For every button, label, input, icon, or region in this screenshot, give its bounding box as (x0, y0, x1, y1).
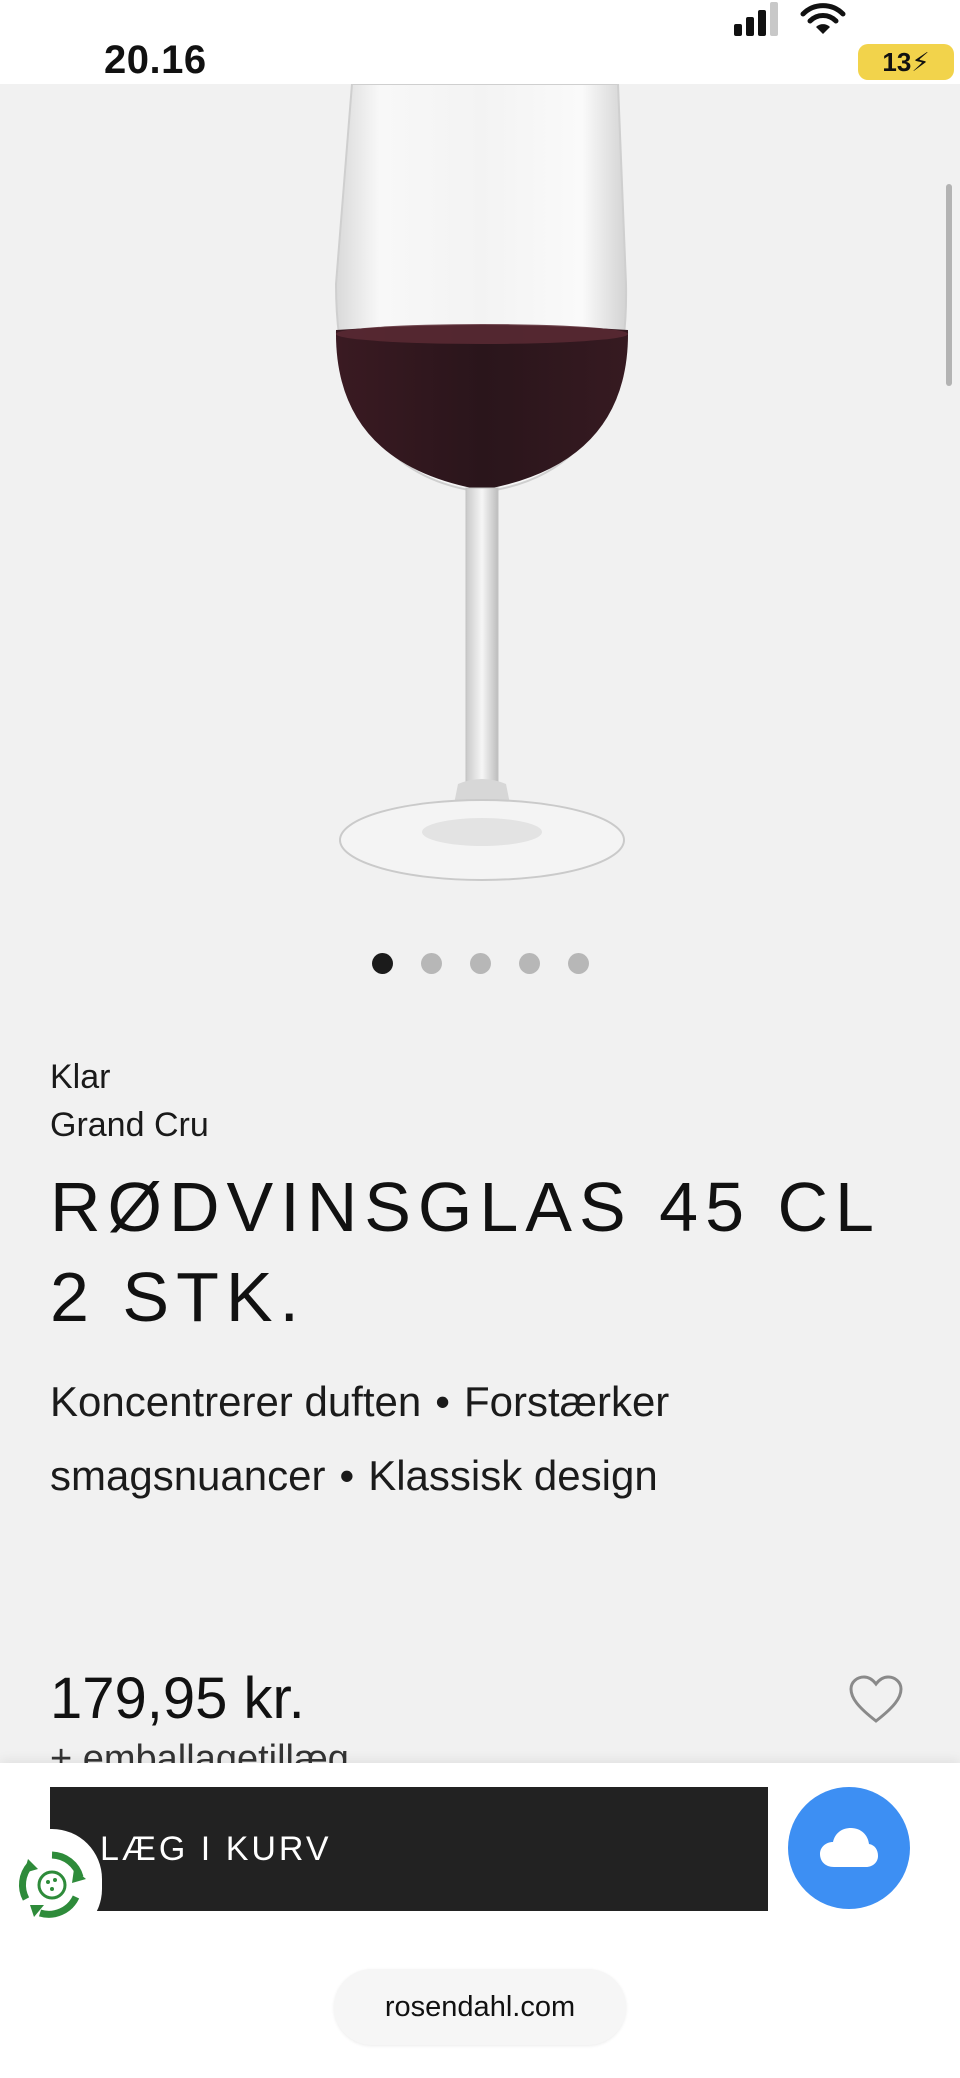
browser-url-bar[interactable]: rosendahl.com (334, 1969, 626, 2045)
product-image-wine-glass[interactable] (0, 84, 960, 914)
feature-bullet: • (435, 1378, 450, 1425)
feature-bullet: • (339, 1452, 355, 1499)
product-title: RØDVINSGLAS 45 CL 2 STK. (50, 1162, 930, 1342)
product-series: Grand Cru (50, 1106, 209, 1144)
heart-icon[interactable] (848, 1674, 904, 1724)
carousel-dot-4[interactable] (518, 953, 540, 974)
packaging-fee-note: + emballagetillæg (50, 1738, 349, 1764)
page-scrollbar[interactable] (946, 184, 952, 386)
status-time: 20.16 (104, 38, 207, 82)
carousel-dot-5[interactable] (567, 953, 589, 974)
product-title-line2: 2 STK. (50, 1258, 306, 1336)
signal-icon (734, 2, 778, 36)
feature-item: Klassisk design (368, 1452, 658, 1499)
recycle-icon (18, 1851, 86, 1918)
product-title-line1: RØDVINSGLAS 45 CL (50, 1168, 881, 1246)
battery-icon: 13⚡ (858, 44, 954, 80)
charging-bolt-icon: ⚡ (911, 47, 930, 77)
product-price: 179,95 kr. (50, 1666, 305, 1731)
recycle-badge[interactable] (0, 1829, 102, 1939)
feature-item: Koncentrerer duften (50, 1378, 422, 1425)
product-color: Klar (50, 1058, 111, 1096)
carousel-dot-1[interactable] (371, 953, 393, 974)
carousel-dot-3[interactable] (469, 953, 491, 974)
add-to-cart-button[interactable]: LÆG I KURV (50, 1787, 768, 1911)
cloud-button[interactable] (788, 1787, 910, 1909)
image-carousel-dots (0, 953, 960, 977)
status-bar: 20.16 13⚡ (0, 0, 960, 84)
carousel-dot-2[interactable] (420, 953, 442, 974)
product-features: Koncentrerer duften • Forstærker smagsnuan… (50, 1365, 910, 1513)
wifi-icon (800, 3, 846, 34)
cloud-icon (820, 1828, 878, 1867)
bottom-action-bar: LÆG I KURV rosendahl.com (0, 1763, 960, 2078)
battery-level: 13 (882, 47, 912, 77)
